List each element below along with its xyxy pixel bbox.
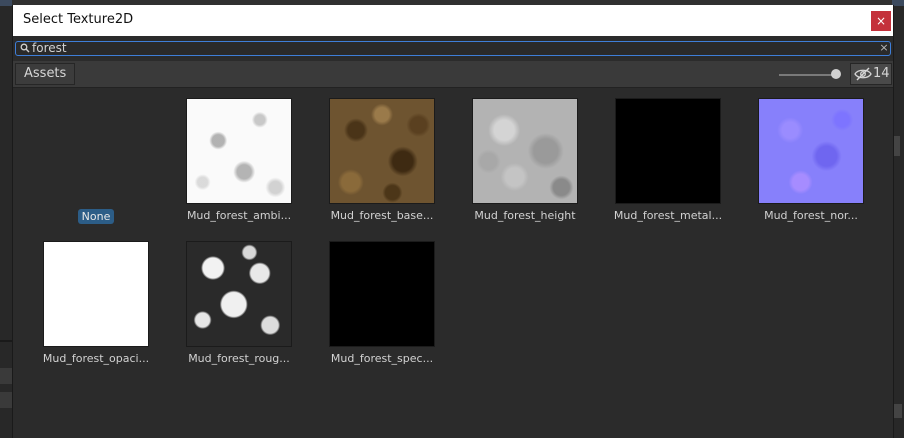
eye-slash-icon bbox=[854, 67, 872, 81]
asset-item[interactable]: Mud_forest_opaci... bbox=[33, 231, 153, 366]
search-row: × bbox=[13, 40, 893, 58]
texture-thumbnail bbox=[186, 98, 292, 204]
background-strip bbox=[0, 340, 12, 342]
none-label: None bbox=[77, 209, 115, 224]
asset-item[interactable]: Mud_forest_nor... bbox=[748, 88, 868, 223]
texture-thumbnail bbox=[329, 98, 435, 204]
tab-assets[interactable]: Assets bbox=[15, 63, 76, 85]
window-title: Select Texture2D bbox=[23, 12, 134, 27]
background-editor-left bbox=[0, 0, 12, 438]
asset-item[interactable]: Mud_forest_spec... bbox=[319, 231, 439, 366]
asset-item[interactable]: Mud_forest_height bbox=[462, 88, 582, 223]
asset-label: Mud_forest_ambi... bbox=[186, 209, 292, 222]
clear-search-button[interactable]: × bbox=[878, 41, 890, 55]
background-strip bbox=[0, 392, 12, 408]
asset-label: Mud_forest_base... bbox=[330, 209, 434, 222]
asset-item-none[interactable]: None bbox=[33, 88, 153, 224]
hidden-packages-toggle[interactable]: 14 bbox=[850, 63, 892, 85]
asset-grid: None Mud_forest_ambi... Mud_forest_base.… bbox=[13, 88, 893, 438]
background-strip bbox=[0, 0, 12, 6]
zoom-slider-track[interactable] bbox=[779, 74, 837, 76]
asset-label: None bbox=[33, 209, 159, 224]
asset-item[interactable]: Mud_forest_base... bbox=[319, 88, 439, 223]
texture-thumbnail bbox=[43, 241, 149, 347]
asset-item[interactable]: Mud_forest_roug... bbox=[176, 231, 296, 366]
asset-item[interactable]: Mud_forest_ambi... bbox=[176, 88, 296, 223]
close-button[interactable]: × bbox=[871, 11, 891, 31]
select-texture-window: Select Texture2D × × Assets 14 bbox=[12, 5, 894, 438]
asset-label: Mud_forest_height bbox=[474, 209, 576, 222]
tabs-row: Assets 14 bbox=[13, 61, 893, 88]
asset-label: Mud_forest_nor... bbox=[764, 209, 858, 222]
background-strip bbox=[0, 368, 12, 384]
search-box[interactable]: × bbox=[15, 41, 891, 56]
zoom-slider-handle[interactable] bbox=[831, 69, 841, 79]
hidden-count: 14 bbox=[873, 66, 890, 81]
texture-thumbnail bbox=[615, 98, 721, 204]
asset-label: Mud_forest_opaci... bbox=[42, 352, 150, 365]
title-bar[interactable]: Select Texture2D × bbox=[13, 5, 893, 36]
texture-thumbnail bbox=[329, 241, 435, 347]
background-strip bbox=[894, 404, 902, 418]
asset-label: Mud_forest_metal... bbox=[613, 209, 723, 222]
search-icon bbox=[20, 43, 30, 53]
texture-thumbnail bbox=[758, 98, 864, 204]
asset-label: Mud_forest_roug... bbox=[188, 352, 290, 365]
asset-item[interactable]: Mud_forest_metal... bbox=[605, 88, 725, 223]
texture-thumbnail bbox=[186, 241, 292, 347]
search-input[interactable] bbox=[32, 42, 852, 55]
texture-thumbnail bbox=[472, 98, 578, 204]
background-scrollbar bbox=[894, 136, 900, 156]
asset-label: Mud_forest_spec... bbox=[330, 352, 434, 365]
